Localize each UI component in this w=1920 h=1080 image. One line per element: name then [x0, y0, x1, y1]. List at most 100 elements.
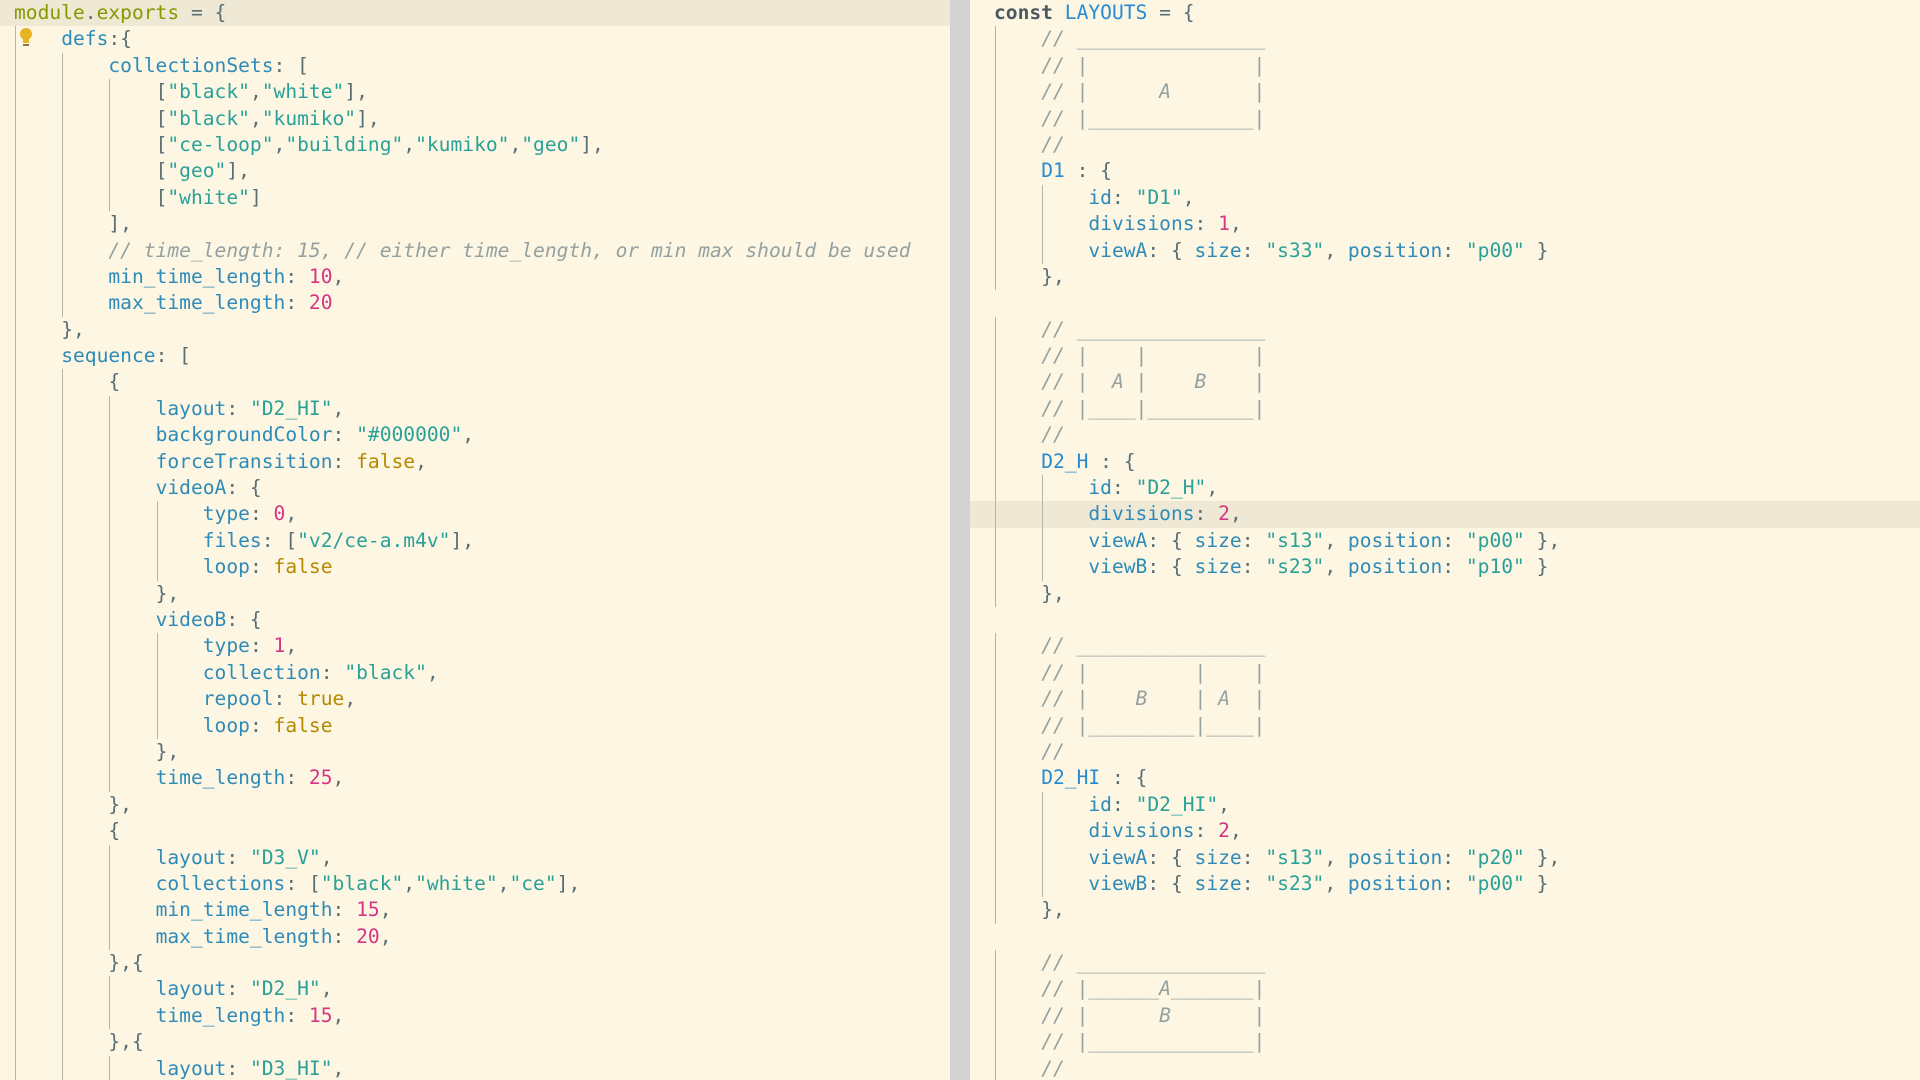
punctuation-token: , — [415, 449, 427, 473]
indentation — [994, 555, 1088, 578]
code-line[interactable]: id: "D2_H", — [970, 475, 1920, 502]
code-line[interactable]: files: ["v2/ce-a.m4v"], — [0, 527, 950, 555]
code-line[interactable]: time_length: 15, — [0, 1002, 950, 1030]
code-line[interactable]: ["black","kumiko"], — [0, 105, 950, 132]
code-line[interactable]: // | | | — [970, 659, 1920, 687]
code-line[interactable]: ["black","white"], — [0, 79, 950, 106]
code-line[interactable]: }, — [970, 263, 1920, 291]
code-line[interactable]: // ________________ — [970, 316, 1920, 344]
code-line[interactable]: D1 : { — [970, 158, 1920, 185]
punctuation-token: : — [1241, 528, 1266, 552]
code-line[interactable]: D2_HI : { — [970, 765, 1920, 792]
code-line[interactable]: // |______________| — [970, 1029, 1920, 1056]
code-line[interactable]: // | B | A | — [970, 686, 1920, 713]
code-line[interactable]: layout: "D3_HI", — [0, 1055, 950, 1080]
code-line[interactable]: loop: false — [0, 554, 950, 581]
code-area-right[interactable]: const LAYOUTS = { // ________________ //… — [970, 0, 1920, 1080]
code-line[interactable]: // |______A_______| — [970, 976, 1920, 1003]
property-token: position — [1347, 555, 1443, 579]
code-line[interactable]: ["white"] — [0, 184, 950, 212]
code-line[interactable]: forceTransition: false, — [0, 448, 950, 476]
code-line[interactable]: defs:{ — [0, 26, 950, 53]
code-line[interactable]: }, — [970, 897, 1920, 924]
code-line[interactable]: repool: true, — [0, 686, 950, 713]
code-line[interactable]: // | A | B | — [970, 369, 1920, 396]
pane-splitter[interactable] — [950, 0, 970, 1080]
code-line[interactable]: layout: "D3_V", — [0, 844, 950, 871]
code-line[interactable]: }, — [0, 580, 950, 607]
code-line[interactable]: { — [0, 369, 950, 396]
code-line[interactable]: layout: "D2_HI", — [0, 395, 950, 423]
code-line[interactable]: backgroundColor: "#000000", — [0, 422, 950, 449]
indent-guide — [156, 712, 158, 739]
code-line[interactable]: // |____|_________| — [970, 395, 1920, 423]
code-line[interactable]: // | | | — [970, 343, 1920, 370]
code-line[interactable]: loop: false — [0, 712, 950, 739]
code-line[interactable] — [970, 924, 1920, 950]
code-line[interactable]: min_time_length: 10, — [0, 263, 950, 291]
comment-token: // | B | — [1041, 1003, 1266, 1027]
code-line[interactable]: },{ — [0, 1029, 950, 1056]
code-line[interactable]: // |_________|____| — [970, 712, 1920, 739]
code-line[interactable]: max_time_length: 20 — [0, 290, 950, 317]
code-line[interactable]: }, — [0, 791, 950, 819]
code-line[interactable]: ], — [0, 211, 950, 238]
code-line[interactable]: // ________________ — [970, 26, 1920, 53]
code-line[interactable]: // | A | — [970, 79, 1920, 106]
code-line[interactable]: sequence: [ — [0, 343, 950, 370]
code-line[interactable]: // — [970, 1055, 1920, 1080]
comment-token: // | B | A | — [1041, 687, 1266, 711]
code-line[interactable]: collectionSets: [ — [0, 52, 950, 80]
code-line[interactable]: ["geo"], — [0, 158, 950, 185]
code-line[interactable]: // — [970, 131, 1920, 159]
code-line[interactable] — [970, 290, 1920, 316]
code-line[interactable]: videoA: { — [0, 475, 950, 502]
code-line[interactable]: ["ce-loop","building","kumiko","geo"], — [0, 131, 950, 159]
code-line[interactable]: // time_length: 15, // either time_lengt… — [0, 237, 950, 264]
code-line[interactable]: max_time_length: 20, — [0, 923, 950, 951]
code-line[interactable]: }, — [970, 580, 1920, 607]
indentation — [14, 291, 108, 314]
editor-pane-right[interactable]: const LAYOUTS = { // ________________ //… — [970, 0, 1920, 1080]
code-line[interactable]: // | | — [970, 52, 1920, 80]
code-line[interactable]: }, — [0, 738, 950, 766]
code-line[interactable]: viewA: { size: "s33", position: "p00" } — [970, 237, 1920, 264]
code-line[interactable]: D2_H : { — [970, 448, 1920, 476]
code-line[interactable]: divisions: 2, — [970, 818, 1920, 845]
code-line[interactable] — [970, 607, 1920, 633]
code-line[interactable]: },{ — [0, 950, 950, 977]
editor-pane-left[interactable]: module.exports = { defs:{ collectionSets… — [0, 0, 950, 1080]
indent-guide — [995, 976, 996, 1003]
code-line[interactable]: // | B | — [970, 1002, 1920, 1030]
code-line[interactable]: type: 0, — [0, 501, 950, 528]
code-line[interactable]: collections: ["black","white","ce"], — [0, 870, 950, 898]
code-line[interactable]: // ________________ — [970, 633, 1920, 660]
code-line[interactable]: viewA: { size: "s13", position: "p00" }, — [970, 527, 1920, 555]
punctuation-token: : — [332, 898, 357, 922]
punctuation-token: . — [84, 1, 97, 24]
code-line[interactable]: // — [970, 738, 1920, 766]
code-line[interactable]: }, — [0, 316, 950, 344]
code-line[interactable]: { — [0, 818, 950, 845]
code-line[interactable]: viewB: { size: "s23", position: "p10" } — [970, 554, 1920, 581]
code-area-left[interactable]: module.exports = { defs:{ collectionSets… — [0, 0, 950, 1080]
code-line[interactable]: collection: "black", — [0, 659, 950, 687]
code-line[interactable]: divisions: 2, — [970, 501, 1920, 528]
code-line[interactable]: type: 1, — [0, 633, 950, 660]
string-token: "p00" — [1465, 238, 1525, 262]
code-line[interactable]: layout: "D2_H", — [0, 976, 950, 1003]
code-line[interactable]: // — [970, 422, 1920, 449]
code-line[interactable]: videoB: { — [0, 606, 950, 634]
code-line[interactable]: module.exports = { — [0, 0, 950, 27]
code-line[interactable]: // |______________| — [970, 105, 1920, 132]
indent-guide — [1042, 554, 1044, 581]
code-line[interactable]: viewA: { size: "s13", position: "p20" }, — [970, 844, 1920, 871]
code-line[interactable]: // ________________ — [970, 950, 1920, 977]
code-line[interactable]: time_length: 25, — [0, 765, 950, 792]
code-line[interactable]: const LAYOUTS = { — [970, 0, 1920, 26]
code-line[interactable]: divisions: 1, — [970, 211, 1920, 238]
code-line[interactable]: id: "D2_HI", — [970, 791, 1920, 819]
code-line[interactable]: viewB: { size: "s23", position: "p00" } — [970, 870, 1920, 898]
code-line[interactable]: min_time_length: 15, — [0, 897, 950, 924]
code-line[interactable]: id: "D1", — [970, 184, 1920, 212]
